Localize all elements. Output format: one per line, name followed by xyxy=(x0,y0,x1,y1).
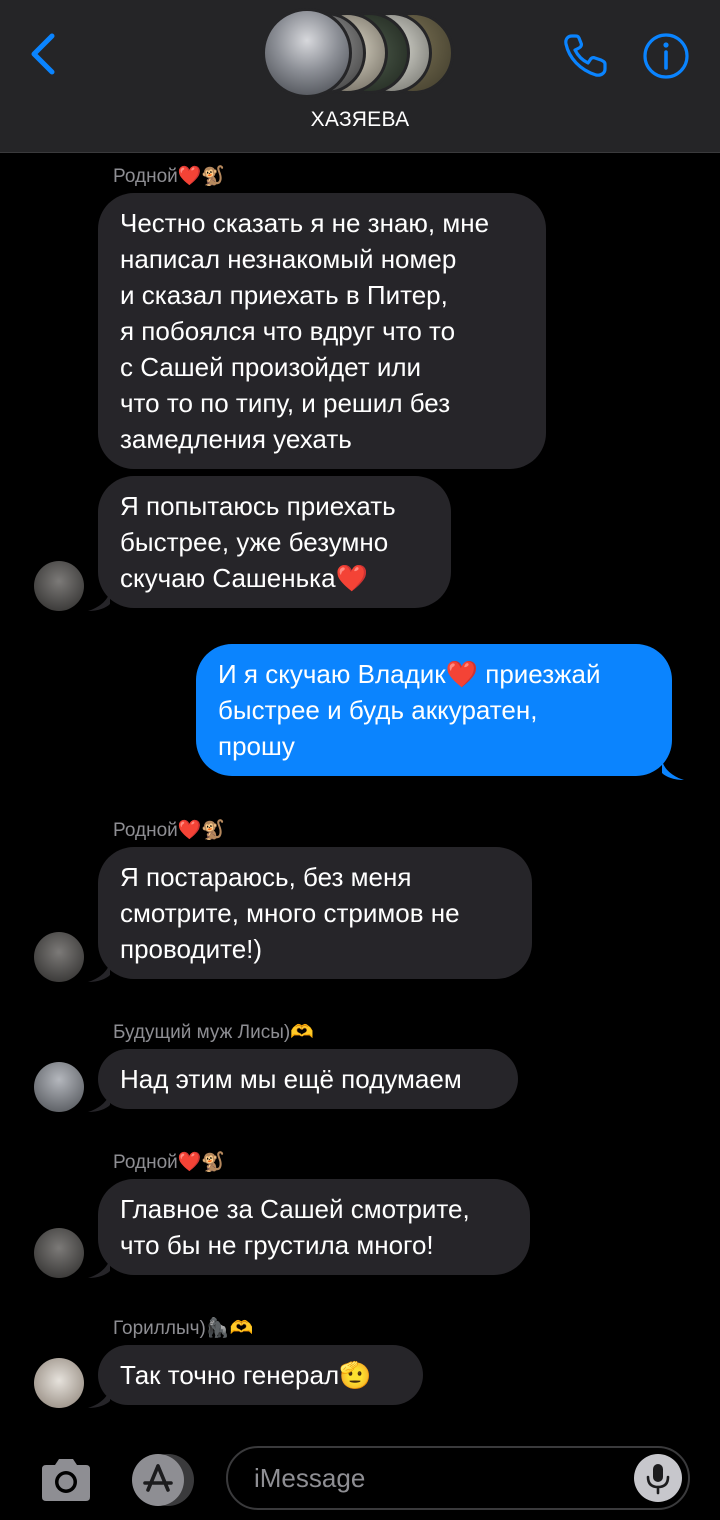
dictation-button[interactable] xyxy=(634,1454,682,1502)
sender-name: Гориллыч)🦍🫶 xyxy=(113,1318,254,1339)
app-drawer-button[interactable] xyxy=(130,1452,196,1508)
bubble-tail xyxy=(662,760,684,780)
group-member-avatar xyxy=(262,8,352,98)
sender-name: Родной❤️🐒 xyxy=(113,1152,226,1173)
back-button[interactable] xyxy=(24,28,68,80)
sender-name: Будущий муж Лисы)🫶 xyxy=(113,1022,314,1043)
call-button[interactable] xyxy=(558,30,614,82)
bubble-tail xyxy=(88,1258,110,1278)
info-icon xyxy=(643,33,689,79)
incoming-message-bubble[interactable]: Я попытаюсь приехать быстрее, уже безумн… xyxy=(98,476,451,608)
avatar[interactable] xyxy=(34,932,84,982)
incoming-message-bubble[interactable]: Главное за Сашей смотрите, что бы не гру… xyxy=(98,1179,530,1275)
bubble-tail xyxy=(88,1092,110,1112)
bubble-tail xyxy=(88,1388,110,1408)
group-title[interactable]: ХАЗЯЕВА xyxy=(0,108,720,132)
incoming-message-bubble[interactable]: Над этим мы ещё подумаем xyxy=(98,1049,518,1109)
bubble-tail xyxy=(88,962,110,982)
group-avatar-stack[interactable] xyxy=(262,8,458,98)
outgoing-message-bubble[interactable]: И я скучаю Владик❤️ приезжай быстрее и б… xyxy=(196,644,672,776)
bubble-tail xyxy=(88,591,110,611)
conversation-header: ХАЗЯЕВА xyxy=(0,0,720,153)
avatar[interactable] xyxy=(34,1358,84,1408)
phone-icon xyxy=(564,34,607,77)
avatar[interactable] xyxy=(34,1228,84,1278)
message-input-field[interactable] xyxy=(226,1446,690,1510)
message-input[interactable] xyxy=(254,1448,614,1508)
app-store-icon xyxy=(132,1454,194,1506)
avatar[interactable] xyxy=(34,561,84,611)
incoming-message-bubble[interactable]: Так точно генерал🫡 xyxy=(98,1345,423,1405)
avatar[interactable] xyxy=(34,1062,84,1112)
microphone-icon xyxy=(646,1464,670,1495)
incoming-message-bubble[interactable]: Я постараюсь, без меня смотрите, много с… xyxy=(98,847,532,979)
sender-name: Родной❤️🐒 xyxy=(113,166,226,187)
info-button[interactable] xyxy=(640,30,692,82)
camera-icon xyxy=(42,1459,90,1501)
camera-button[interactable] xyxy=(38,1455,94,1505)
sender-name: Родной❤️🐒 xyxy=(113,820,226,841)
incoming-message-bubble[interactable]: Честно сказать я не знаю, мне написал не… xyxy=(98,193,546,469)
chevron-left-icon xyxy=(31,33,55,75)
